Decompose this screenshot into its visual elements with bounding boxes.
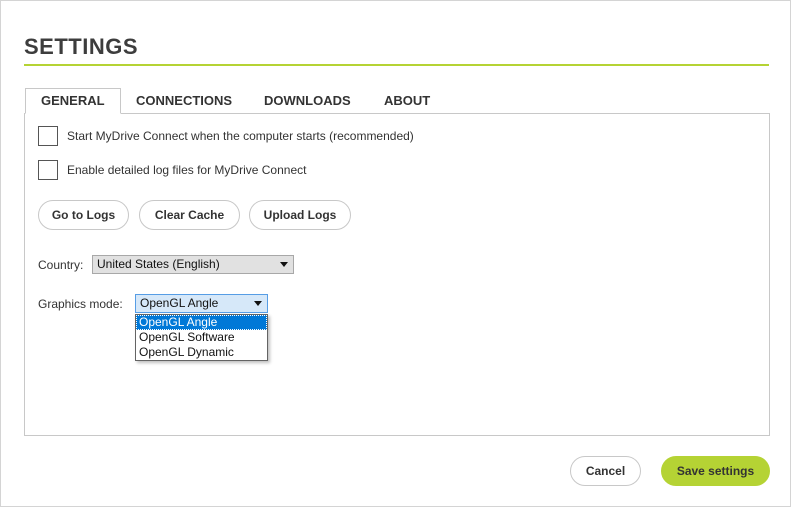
start-on-boot-checkbox[interactable] [38,126,58,146]
start-on-boot-row[interactable]: Start MyDrive Connect when the computer … [38,126,414,146]
country-value: United States (English) [97,257,220,271]
chevron-down-icon [254,301,262,306]
graphics-option-opengl-dynamic[interactable]: OpenGL Dynamic [136,345,267,360]
graphics-mode-label: Graphics mode: [38,297,123,311]
graphics-option-opengl-angle[interactable]: OpenGL Angle [136,315,267,330]
detailed-logs-row[interactable]: Enable detailed log files for MyDrive Co… [38,160,306,180]
graphics-mode-select[interactable]: OpenGL Angle [135,294,268,313]
country-label: Country: [38,258,84,272]
start-on-boot-label: Start MyDrive Connect when the computer … [67,129,414,143]
tab-downloads[interactable]: DOWNLOADS [264,88,351,114]
cancel-button[interactable]: Cancel [570,456,641,486]
tab-about[interactable]: ABOUT [384,88,430,114]
tab-connections[interactable]: CONNECTIONS [136,88,232,114]
country-select[interactable]: United States (English) [92,255,294,274]
go-to-logs-button[interactable]: Go to Logs [38,200,129,230]
chevron-down-icon [280,262,288,267]
save-settings-button[interactable]: Save settings [661,456,770,486]
tab-general[interactable]: GENERAL [25,88,121,114]
graphics-option-opengl-software[interactable]: OpenGL Software [136,330,267,345]
detailed-logs-label: Enable detailed log files for MyDrive Co… [67,163,307,177]
clear-cache-button[interactable]: Clear Cache [139,200,240,230]
graphics-mode-dropdown: OpenGL Angle OpenGL Software OpenGL Dyna… [135,314,268,361]
settings-window: SETTINGS GENERAL CONNECTIONS DOWNLOADS A… [0,0,791,507]
graphics-mode-value: OpenGL Angle [140,296,219,310]
page-title: SETTINGS [24,34,139,59]
upload-logs-button[interactable]: Upload Logs [249,200,351,230]
title-divider [24,64,769,66]
detailed-logs-checkbox[interactable] [38,160,58,180]
